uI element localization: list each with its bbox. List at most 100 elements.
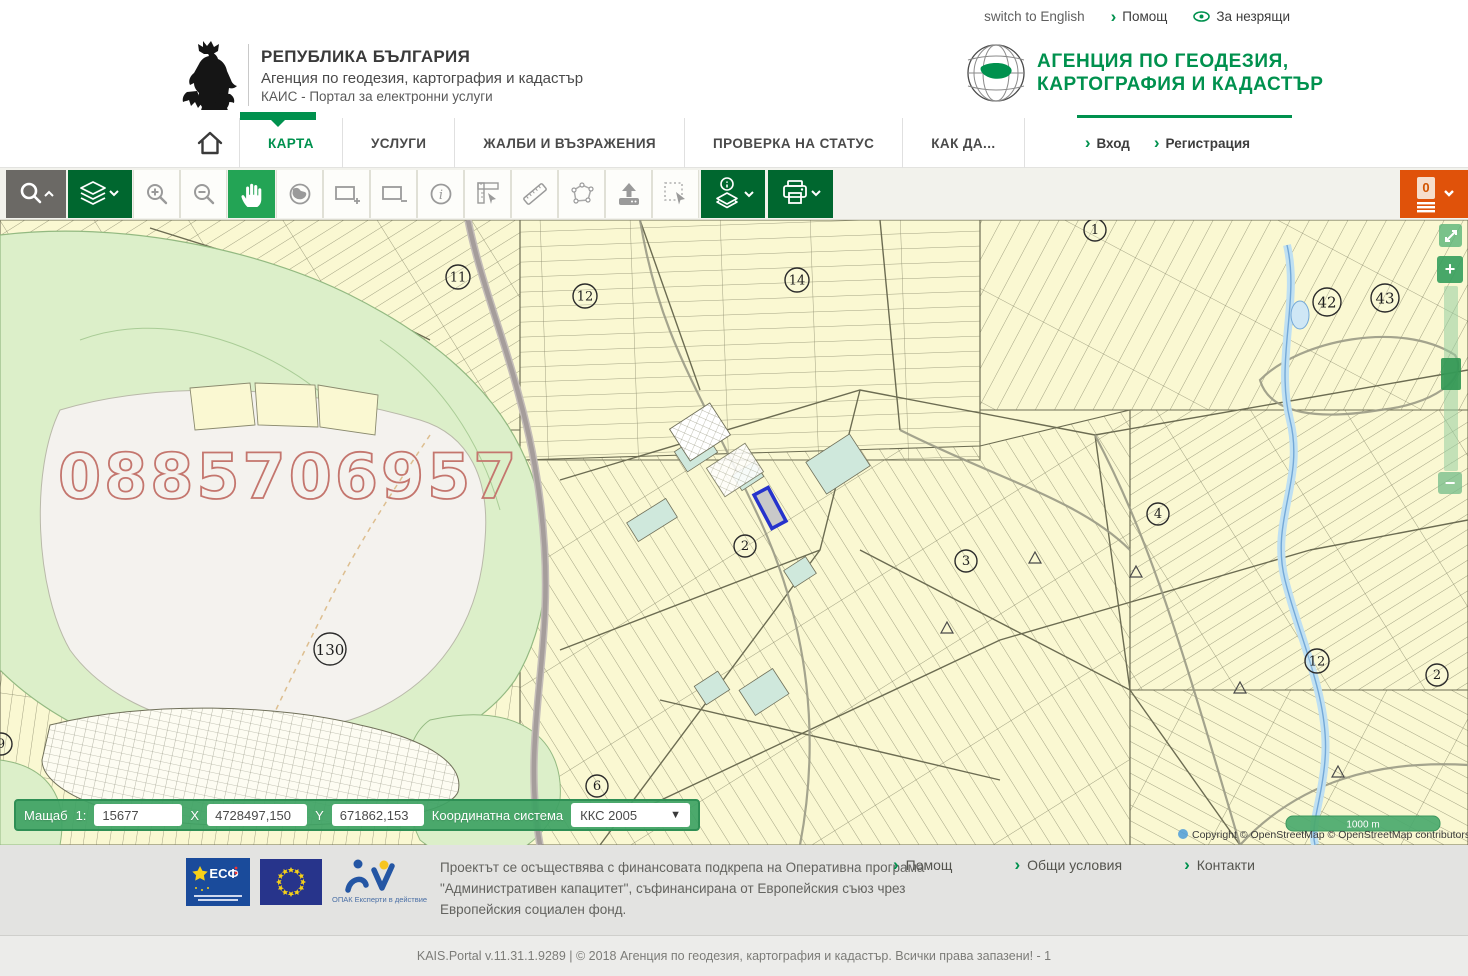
zoom-out-tool-button[interactable] xyxy=(180,170,227,218)
footer-funding-text: Проектът се осъществява с финансовата по… xyxy=(440,857,924,920)
hand-pan-icon xyxy=(237,178,267,210)
measure-coordinates-tool-button[interactable] xyxy=(464,170,511,218)
republic-title: РЕПУБЛИКА БЪЛГАРИЯ xyxy=(261,47,583,67)
ruler-icon xyxy=(521,180,549,208)
print-tool-button[interactable] xyxy=(768,170,833,218)
zoom-in-icon xyxy=(144,181,170,207)
attribution-dot-icon xyxy=(1178,829,1188,839)
state-logo: РЕПУБЛИКА БЪЛГАРИЯ Агенция по геодезия, … xyxy=(180,40,583,110)
scale-label: Мащаб xyxy=(24,808,68,823)
scale-prefix: 1: xyxy=(76,808,87,823)
esf-label: ЕСФ xyxy=(209,866,238,881)
crs-select[interactable]: ККС 2005 ▼ xyxy=(571,803,690,827)
footer-help-link[interactable]: › Помощ xyxy=(893,857,952,873)
measure-distance-tool-button[interactable] xyxy=(511,170,558,218)
zoom-box-in-tool-button[interactable] xyxy=(323,170,370,218)
top-utility-bar: switch to English ›Помощ За незрящи xyxy=(0,0,1468,36)
login-link[interactable]: › Вход xyxy=(1085,136,1130,151)
cart-counter-button[interactable]: 0 xyxy=(1400,170,1468,218)
svg-text:2: 2 xyxy=(741,539,749,554)
map-toolbar: i xyxy=(0,168,1468,220)
layers-tool-button[interactable] xyxy=(68,170,132,218)
chevron-right-icon: › xyxy=(893,860,899,870)
tab-kak-da[interactable]: КАК ДА... xyxy=(903,118,1024,168)
fullscreen-button[interactable] xyxy=(1439,224,1462,247)
footer-terms-label: Общи условия xyxy=(1027,857,1122,873)
x-coordinate-input[interactable] xyxy=(207,804,307,826)
crs-value: ККС 2005 xyxy=(580,808,637,823)
map-viewport[interactable]: 1111214424323412261309 0885706957 1000 m… xyxy=(0,220,1468,845)
info-icon: i xyxy=(428,181,454,207)
chevron-down-icon: ▼ xyxy=(670,809,681,821)
help-label: Помощ xyxy=(1122,9,1167,24)
tab-karta[interactable]: КАРТА xyxy=(240,118,343,168)
footer-terms-link[interactable]: › Общи условия xyxy=(1014,857,1122,873)
tab-proverka-status[interactable]: ПРОВЕРКА НА СТАТУС xyxy=(685,118,903,168)
portal-title: КАИС - Портал за електронни услуги xyxy=(261,89,583,104)
svg-text:12: 12 xyxy=(1309,655,1326,670)
footer-contacts-label: Контакти xyxy=(1197,857,1255,873)
scale-input[interactable] xyxy=(94,804,182,826)
map-status-bar: Мащаб 1: X Y Координатна система ККС 200… xyxy=(14,799,700,831)
eye-icon xyxy=(1193,11,1210,22)
chevron-right-icon: › xyxy=(1154,138,1160,148)
agency-logo: АГЕНЦИЯ ПО ГЕОДЕЗИЯ, КАРТОГРАФИЯ И КАДАС… xyxy=(965,42,1323,104)
watermark-phone: 0885706957 xyxy=(58,440,519,513)
svg-text:42: 42 xyxy=(1317,293,1336,311)
cadastral-basemap: 1111214424323412261309 0885706957 1000 m… xyxy=(0,220,1468,845)
zoom-out-button[interactable]: − xyxy=(1438,472,1462,494)
svg-text:3: 3 xyxy=(962,554,970,569)
tab-uslugi[interactable]: УСЛУГИ xyxy=(343,118,455,168)
login-label: Вход xyxy=(1096,136,1129,151)
chevron-right-icon: › xyxy=(1085,138,1091,148)
svg-text:130: 130 xyxy=(316,641,345,659)
selection-cursor-icon xyxy=(662,180,690,208)
main-navigation: КАРТА УСЛУГИ ЖАЛБИ И ВЪЗРАЖЕНИЯ ПРОВЕРКА… xyxy=(0,118,1468,168)
zoom-out-icon xyxy=(191,181,217,207)
svg-text:4: 4 xyxy=(1154,507,1162,522)
funding-line2: "Административен капацитет", съфинансира… xyxy=(440,878,924,899)
select-tool-button[interactable] xyxy=(652,170,699,218)
opak-caption: ОПАК Експерти в действие xyxy=(332,895,427,904)
layer-info-tool-button[interactable] xyxy=(701,170,765,218)
switch-language-link[interactable]: switch to English xyxy=(984,9,1085,24)
svg-text:2: 2 xyxy=(1433,668,1441,683)
svg-text:14: 14 xyxy=(789,274,806,289)
svg-text:9: 9 xyxy=(0,737,5,752)
globe-logo-icon xyxy=(965,42,1027,104)
register-link[interactable]: ›Регистрация xyxy=(1154,136,1250,151)
accessibility-link[interactable]: За незрящи xyxy=(1193,9,1290,24)
y-coordinate-input[interactable] xyxy=(332,804,424,826)
agency-logo-line1: АГЕНЦИЯ ПО ГЕОДЕЗИЯ, xyxy=(1037,50,1323,73)
footer-help-label: Помощ xyxy=(906,857,953,873)
zoom-box-out-tool-button[interactable] xyxy=(370,170,417,218)
footer-contacts-link[interactable]: › Контакти xyxy=(1184,857,1255,873)
list-counter-icon: 0 xyxy=(1409,175,1459,213)
copyright-bar: KAIS.Portal v.11.31.1.9289 | © 2018 Аген… xyxy=(0,935,1468,976)
counter-value: 0 xyxy=(1422,180,1429,195)
globe-icon xyxy=(287,181,313,207)
info-tool-button[interactable]: i xyxy=(417,170,464,218)
zoom-in-tool-button[interactable] xyxy=(133,170,180,218)
chevron-right-icon: › xyxy=(1184,860,1190,870)
help-link[interactable]: ›Помощ xyxy=(1111,9,1168,24)
zoom-slider-handle[interactable] xyxy=(1441,358,1461,390)
tab-zhalbi[interactable]: ЖАЛБИ И ВЪЗРАЖЕНИЯ xyxy=(455,118,685,168)
svg-text:11: 11 xyxy=(450,271,467,286)
pan-tool-button[interactable] xyxy=(228,170,275,218)
search-tool-button[interactable] xyxy=(6,170,66,218)
svg-text:12: 12 xyxy=(577,290,594,305)
header-divider xyxy=(248,44,249,106)
chevron-right-icon: › xyxy=(1014,860,1020,870)
polygon-icon xyxy=(568,181,596,207)
printer-icon xyxy=(778,178,824,210)
home-button[interactable] xyxy=(180,118,240,168)
rectangle-minus-icon xyxy=(380,181,408,207)
rectangle-plus-icon xyxy=(333,181,361,207)
globe-extent-tool-button[interactable] xyxy=(276,170,323,218)
layer-info-icon xyxy=(710,176,756,212)
measure-area-tool-button[interactable] xyxy=(558,170,605,218)
zoom-in-button[interactable]: + xyxy=(1437,256,1463,283)
lion-coat-of-arms-icon xyxy=(180,40,238,110)
upload-tool-button[interactable] xyxy=(605,170,652,218)
